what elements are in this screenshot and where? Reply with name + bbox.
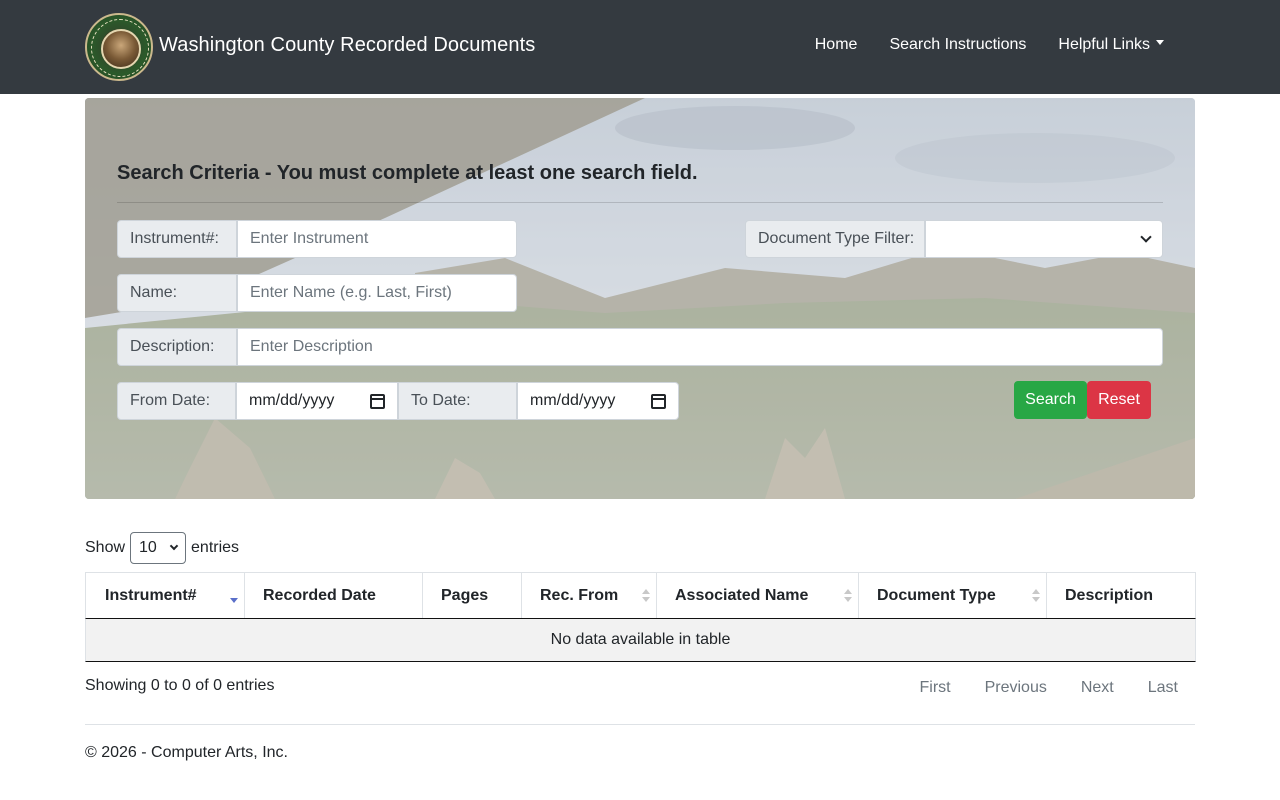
page-last-button[interactable]: Last	[1131, 673, 1195, 703]
search-panel: Search Criteria - You must complete at l…	[85, 98, 1195, 499]
county-seal-logo	[85, 13, 153, 81]
description-textarea[interactable]: Enter Description	[237, 328, 1163, 366]
instrument-input[interactable]: Enter Instrument	[237, 220, 517, 258]
footer-copyright: © 2026 - Computer Arts, Inc.	[85, 744, 288, 761]
column-header-label: Recorded Date	[263, 586, 376, 604]
from-date-label: From Date:	[117, 382, 236, 420]
column-header-label: Instrument#	[105, 586, 197, 604]
top-navbar: Washington County Recorded Documents Hom…	[0, 0, 1280, 94]
to-date-value: mm/dd/yyyy	[530, 392, 616, 409]
instrument-label: Instrument#:	[117, 220, 237, 258]
column-header-associated-name[interactable]: Associated Name	[657, 573, 859, 618]
to-date-label: To Date:	[398, 382, 517, 420]
nav-home[interactable]: Home	[799, 36, 874, 54]
nav-search-instructions[interactable]: Search Instructions	[873, 36, 1042, 54]
caret-down-icon	[1156, 40, 1164, 46]
column-header-rec-from[interactable]: Rec. From	[522, 573, 657, 618]
nav-links: Home Search Instructions Helpful Links	[799, 36, 1180, 54]
results-table-header: Instrument# Recorded Date Pages Rec. Fro…	[85, 572, 1196, 619]
nav-helpful-links-dropdown[interactable]: Helpful Links	[1042, 36, 1180, 54]
reset-button[interactable]: Reset	[1087, 381, 1151, 419]
chevron-down-icon	[1140, 231, 1152, 243]
entries-label: entries	[191, 539, 240, 556]
calendar-icon[interactable]	[651, 393, 666, 409]
show-entries-control: Show 10 entries	[85, 532, 239, 564]
sort-icon	[1032, 589, 1040, 603]
sort-descending-icon	[230, 589, 238, 603]
entries-per-page-select[interactable]: 10	[130, 532, 187, 564]
document-type-filter-label: Document Type Filter:	[745, 220, 925, 258]
from-date-value: mm/dd/yyyy	[249, 392, 335, 409]
column-header-label: Associated Name	[675, 586, 809, 604]
name-label: Name:	[117, 274, 237, 312]
page-previous-button[interactable]: Previous	[968, 673, 1064, 703]
sort-icon	[844, 589, 852, 603]
search-button[interactable]: Search	[1014, 381, 1087, 419]
page-first-button[interactable]: First	[902, 673, 967, 703]
column-header-pages[interactable]: Pages	[423, 573, 522, 618]
brand-link[interactable]: Washington County Recorded Documents	[85, 13, 535, 81]
calendar-icon[interactable]	[370, 393, 385, 409]
to-date-input[interactable]: mm/dd/yyyy	[517, 382, 679, 420]
column-header-instrument[interactable]: Instrument#	[86, 573, 245, 618]
page-next-button[interactable]: Next	[1064, 673, 1131, 703]
column-header-description[interactable]: Description	[1047, 573, 1195, 618]
column-header-document-type[interactable]: Document Type	[859, 573, 1047, 618]
pagination: First Previous Next Last	[902, 673, 1195, 703]
chevron-down-icon	[169, 541, 179, 551]
site-title: Washington County Recorded Documents	[159, 33, 536, 56]
nav-helpful-links-label: Helpful Links	[1058, 36, 1150, 53]
from-date-input[interactable]: mm/dd/yyyy	[236, 382, 398, 420]
column-header-label: Rec. From	[540, 586, 619, 604]
show-label: Show	[85, 539, 126, 556]
column-header-label: Document Type	[877, 586, 996, 604]
column-header-label: Description	[1065, 586, 1154, 604]
description-label: Description:	[117, 328, 237, 366]
column-header-recorded-date[interactable]: Recorded Date	[245, 573, 423, 618]
entries-per-page-value: 10	[139, 539, 157, 556]
empty-table-message: No data available in table	[85, 619, 1196, 662]
sort-icon	[642, 589, 650, 603]
name-input[interactable]: Enter Name (e.g. Last, First)	[237, 274, 517, 312]
document-type-select[interactable]	[925, 220, 1163, 258]
column-header-label: Pages	[441, 586, 489, 604]
divider	[117, 202, 1163, 203]
search-criteria-title: Search Criteria - You must complete at l…	[117, 162, 698, 184]
footer-divider	[85, 724, 1195, 725]
table-info: Showing 0 to 0 of 0 entries	[85, 677, 275, 694]
